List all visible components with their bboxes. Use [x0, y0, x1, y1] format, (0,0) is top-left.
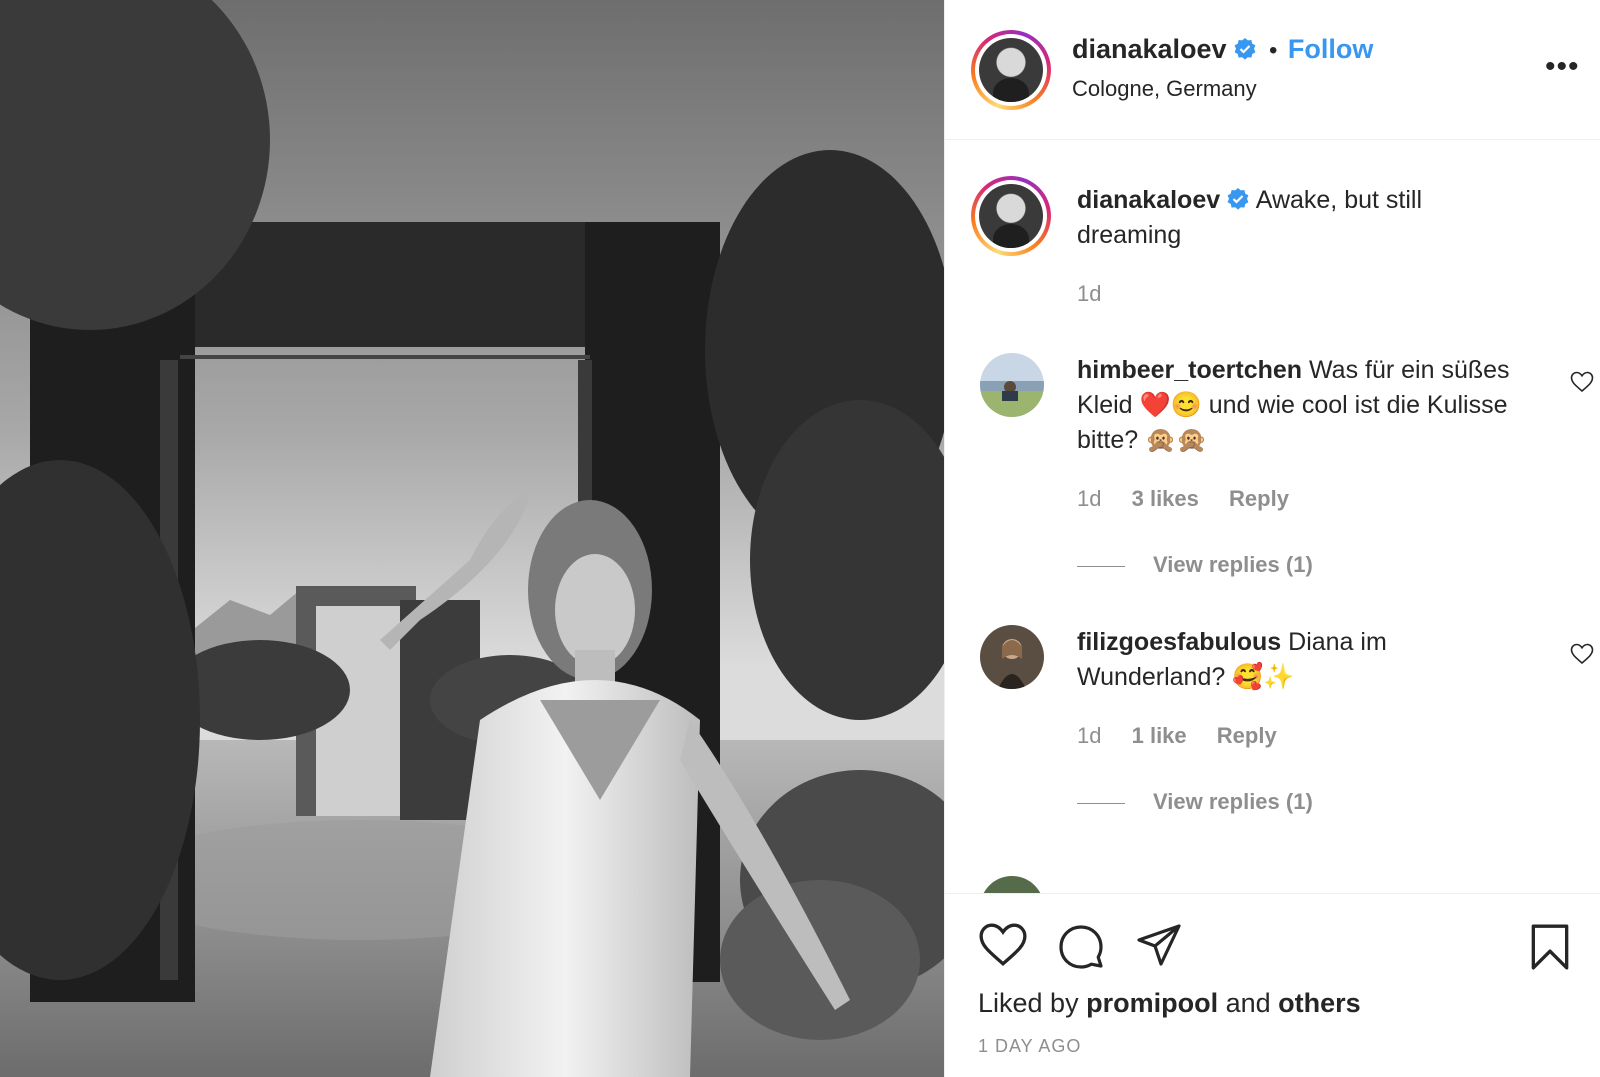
view-replies-button[interactable]: View replies (1) [1077, 552, 1313, 578]
follow-button[interactable]: Follow [1288, 34, 1373, 64]
post-details-pane: dianakaloev • Follow Cologne, Germany ••… [944, 0, 1600, 1077]
post-location[interactable]: Cologne, Germany [1072, 76, 1257, 102]
divider-line [1077, 802, 1125, 804]
caption-time[interactable]: 1d [1077, 281, 1101, 306]
comment-time[interactable]: 1d [1077, 486, 1101, 511]
liked-by-others[interactable]: others [1278, 988, 1361, 1018]
liked-by-prefix: Liked by [978, 988, 1079, 1018]
comment-username[interactable]: filizgoesfabulous [1077, 628, 1281, 656]
bookmark-icon[interactable] [1529, 922, 1571, 972]
commenter-avatar-image [980, 625, 1044, 689]
comment-likes[interactable]: 3 likes [1132, 486, 1199, 511]
comment-meta: 1d 1 like Reply [1077, 723, 1301, 749]
verified-badge-icon [1234, 38, 1255, 60]
comment-bubble-icon[interactable] [1057, 922, 1105, 970]
post-actions: Liked by promipool and others 1 DAY AGO [945, 893, 1600, 1077]
paper-plane-icon[interactable] [1135, 922, 1183, 968]
like-comment-heart-icon[interactable] [1570, 643, 1594, 665]
caption-text-block: dianakaloev Awake, but still dreaming [1077, 183, 1517, 253]
commenter-avatar[interactable] [980, 625, 1044, 689]
view-replies-label: View replies (1) [1153, 552, 1313, 577]
view-replies-label: View replies (1) [1153, 789, 1313, 814]
comment-username[interactable]: himbeer_toertchen [1077, 356, 1302, 384]
view-replies-button[interactable]: View replies (1) [1077, 789, 1313, 815]
reply-button[interactable]: Reply [1229, 486, 1289, 511]
author-avatar[interactable] [971, 30, 1051, 110]
heart-icon[interactable] [978, 922, 1028, 968]
verified-badge-icon [1227, 188, 1249, 210]
comment-meta: 1d 3 likes Reply [1077, 486, 1313, 512]
caption-author-avatar[interactable] [971, 176, 1051, 256]
like-comment-heart-icon[interactable] [1570, 371, 1594, 393]
separator-dot: • [1269, 37, 1278, 64]
comment-text-block: filizgoesfabulous Diana im Wunderland? 🥰… [1077, 625, 1517, 695]
commenter-avatar[interactable] [980, 876, 1044, 893]
comments-scroll-area[interactable]: dianakaloev Awake, but still dreaming 1d… [945, 141, 1600, 893]
commenter-avatar[interactable] [980, 353, 1044, 417]
liked-by-line: Liked by promipool and others [978, 988, 1361, 1019]
post-photo[interactable] [0, 0, 944, 1077]
commenter-avatar-image [980, 353, 1044, 417]
author-username[interactable]: dianakaloev [1072, 34, 1227, 64]
liked-by-user[interactable]: promipool [1086, 988, 1218, 1018]
comment-likes[interactable]: 1 like [1132, 723, 1187, 748]
divider-line [1077, 565, 1125, 567]
post-timestamp[interactable]: 1 DAY AGO [978, 1036, 1081, 1057]
caption-meta: 1d [1077, 281, 1125, 307]
caption-username[interactable]: dianakaloev [1077, 186, 1220, 214]
comment-time[interactable]: 1d [1077, 723, 1101, 748]
author-line: dianakaloev • Follow [1072, 34, 1373, 65]
reply-button[interactable]: Reply [1217, 723, 1277, 748]
post-header: dianakaloev • Follow Cologne, Germany ••… [945, 0, 1600, 140]
comment-text-block: himbeer_toertchen Was für ein süßes Klei… [1077, 353, 1517, 458]
liked-by-and: and [1225, 988, 1271, 1018]
post-image [0, 0, 944, 1077]
more-options-icon[interactable]: ••• [1545, 52, 1580, 82]
